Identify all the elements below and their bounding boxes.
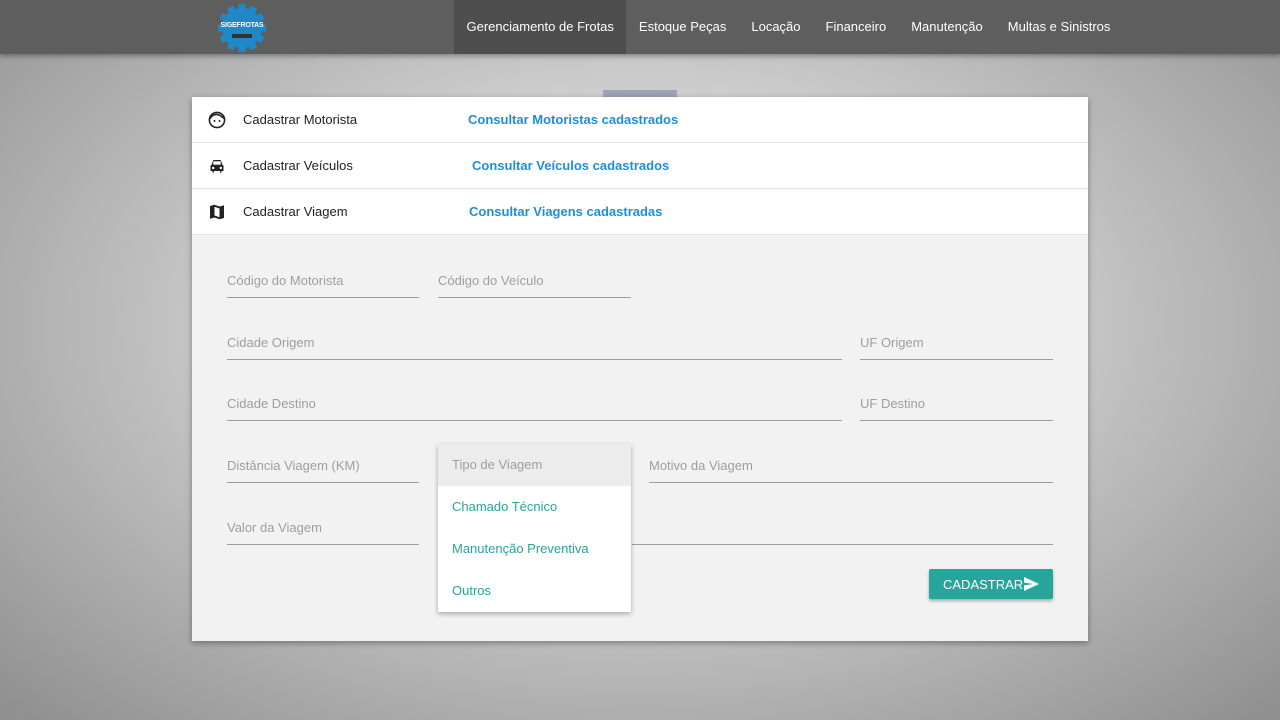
nav-manutencao[interactable]: Manutenção [899,0,996,54]
uf-origem-input[interactable] [860,326,1053,359]
send-icon [1024,577,1039,591]
logo-text: SIGEFROTAS [220,22,264,29]
nav-locacao[interactable]: Locação [739,0,813,54]
option-chamado-tecnico[interactable]: Chamado Técnico [438,486,631,528]
car-icon [210,160,224,173]
fleet-card: Cadastrar Motorista Consultar Motoristas… [192,97,1088,641]
nav-estoque-pecas[interactable]: Estoque Peças [626,0,738,54]
distancia-viagem-input[interactable] [227,449,419,482]
motivo-viagem-field [649,449,1053,483]
cidade-destino-field [227,387,842,421]
valor-viagem-field [227,511,419,545]
menu-row-veiculos: Cadastrar Veículos Consultar Veículos ca… [192,143,1088,189]
sigefrotas-logo[interactable]: SIGEFROTAS [217,4,267,52]
uf-origem-field [860,326,1053,360]
nav-multas-sinistros[interactable]: Multas e Sinistros [995,0,1123,54]
codigo-motorista-input[interactable] [227,264,419,297]
option-manutencao-preventiva[interactable]: Manutenção Preventiva [438,528,631,570]
map-icon [210,204,224,220]
tipo-viagem-dropdown[interactable]: Tipo de Viagem Chamado Técnico Manutençã… [438,444,631,612]
codigo-veiculo-input[interactable] [438,264,631,297]
codigo-motorista-field [227,264,419,298]
menu-row-viagem: Cadastrar Viagem Consultar Viagens cadas… [192,189,1088,235]
main-nav: Gerenciamento de Frotas Estoque Peças Lo… [454,0,1123,54]
top-navbar: SIGEFROTAS Gerenciamento de Frotas Estoq… [0,0,1280,54]
menu-row-motorista: Cadastrar Motorista Consultar Motoristas… [192,97,1088,143]
uf-destino-field [860,387,1053,421]
codigo-veiculo-field [438,264,631,298]
cidade-origem-field [227,326,842,360]
extra-underline [632,511,1053,545]
nav-gerenciamento-frotas[interactable]: Gerenciamento de Frotas [454,0,627,54]
cadastrar-viagem-link[interactable]: Cadastrar Viagem [243,189,348,235]
consultar-veiculos-link[interactable]: Consultar Veículos cadastrados [472,143,669,189]
uf-destino-input[interactable] [860,387,1053,420]
cadastrar-motorista-link[interactable]: Cadastrar Motorista [243,97,357,143]
nav-financeiro[interactable]: Financeiro [813,0,899,54]
consultar-viagens-link[interactable]: Consultar Viagens cadastradas [469,189,662,235]
face-icon [208,111,226,129]
cidade-origem-input[interactable] [227,326,842,359]
cadastrar-veiculos-link[interactable]: Cadastrar Veículos [243,143,353,189]
consultar-motoristas-link[interactable]: Consultar Motoristas cadastrados [468,97,678,143]
tipo-viagem-placeholder[interactable]: Tipo de Viagem [438,444,631,486]
cidade-destino-input[interactable] [227,387,842,420]
valor-viagem-input[interactable] [227,511,419,544]
cadastrar-button[interactable]: CADASTRAR [929,569,1053,599]
distancia-viagem-field [227,449,419,483]
motivo-viagem-input[interactable] [649,449,1053,482]
option-outros[interactable]: Outros [438,570,631,612]
cadastrar-button-label: CADASTRAR [943,576,1024,592]
